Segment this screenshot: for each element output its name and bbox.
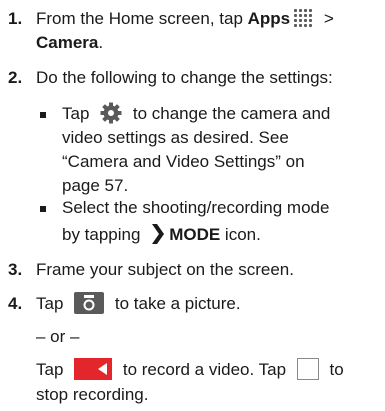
mode-label: MODE: [169, 225, 221, 244]
step-4-or: – or –: [36, 327, 80, 346]
apps-grid-icon: [294, 8, 316, 27]
step-3-number: 3.: [8, 260, 23, 279]
bullet-2-line-1: Select the shooting/recording mode: [62, 198, 330, 217]
step-1-number: 1.: [8, 9, 23, 28]
bullet-1-text-a: Tap: [62, 104, 95, 123]
step-4-text-b: to take a picture.: [110, 294, 241, 313]
step-4-text-a: Tap: [36, 294, 69, 313]
step-4-video-text-b: to record a video. Tap: [118, 360, 291, 379]
bullet-1-line-1: Tap to change the camera and: [62, 102, 331, 125]
bullet-1-text-b: to change the camera and: [128, 104, 331, 123]
step-1-text-c: .: [98, 33, 104, 52]
step-4-video-text-c: to: [324, 360, 344, 379]
bullet-1-line-2: video settings as desired. See: [62, 128, 289, 147]
step-2-number: 2.: [8, 68, 23, 87]
step-3-text: Frame your subject on the screen.: [36, 260, 294, 279]
step-1-text-a: From the Home screen, tap: [36, 9, 248, 28]
bullet-1-line-3: “Camera and Video Settings” on: [62, 152, 305, 171]
bullet-2-text-b: icon.: [220, 225, 261, 244]
step-1-line-1: From the Home screen, tap Apps >: [36, 8, 334, 30]
bullet-2-line-2: by tapping MODE icon.: [62, 223, 261, 246]
step-4-video-line-1: Tap to record a video. Tap to: [36, 357, 344, 381]
step-2-text: Do the following to change the settings:: [36, 68, 333, 87]
bullet-marker: [40, 206, 46, 212]
step-4-video-line-2: stop recording.: [36, 385, 149, 404]
stop-square-icon: [296, 357, 319, 380]
step-4-video-text-a: Tap: [36, 360, 69, 379]
step-4-number: 4.: [8, 294, 23, 313]
bullet-marker: [40, 112, 46, 118]
step-4-line-1: Tap to take a picture.: [36, 291, 241, 315]
gear-icon: [98, 102, 124, 124]
video-camera-icon: [74, 357, 113, 380]
instructions-page: 1. From the Home screen, tap Apps > Came…: [0, 0, 385, 411]
step-1-line-2: Camera.: [36, 32, 103, 54]
step-1-apps-label: Apps: [247, 9, 291, 28]
camera-icon: [74, 291, 105, 314]
bullet-1-line-4: page 57.: [62, 176, 129, 195]
chevron-right-icon: [151, 223, 165, 245]
step-1-text-b: >: [319, 9, 334, 28]
step-1-camera-label: Camera: [36, 33, 99, 52]
bullet-2-text-a: by tapping: [62, 225, 146, 244]
